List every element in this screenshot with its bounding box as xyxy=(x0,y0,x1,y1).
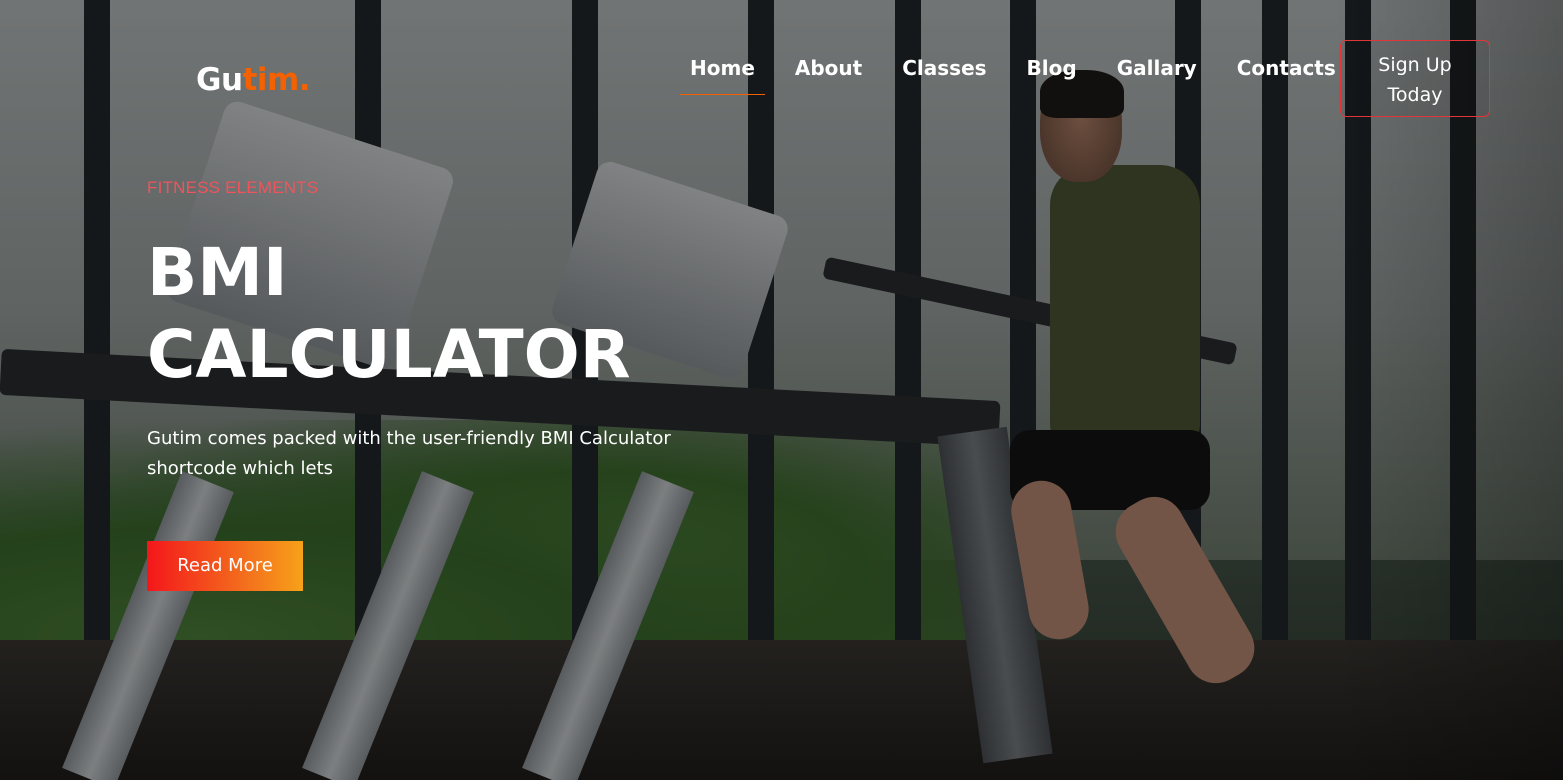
site-logo[interactable]: Gutim. xyxy=(196,62,311,98)
nav-contacts[interactable]: Contacts xyxy=(1227,53,1346,83)
signup-label-line1: Sign Up xyxy=(1378,54,1452,76)
main-nav: Home About Classes Blog Gallary Contacts xyxy=(680,53,1366,95)
headline-line1: BMI xyxy=(147,234,288,311)
signup-label-line2: Today xyxy=(1387,84,1443,106)
nav-blog[interactable]: Blog xyxy=(1017,53,1087,83)
hero-description: Gutim comes packed with the user-friendl… xyxy=(147,428,671,479)
nav-gallary[interactable]: Gallary xyxy=(1107,53,1207,83)
logo-text-part1: Gu xyxy=(196,62,243,98)
hero-eyebrow: FITNESS ELEMENTS xyxy=(147,178,319,197)
nav-about[interactable]: About xyxy=(785,53,872,83)
headline-line2: CALCULATOR xyxy=(147,316,631,393)
read-more-button[interactable]: Read More xyxy=(147,541,303,591)
hero-headline: BMI CALCULATOR xyxy=(147,232,631,396)
nav-home[interactable]: Home xyxy=(680,53,765,95)
nav-classes[interactable]: Classes xyxy=(892,53,996,83)
hero-section: Gutim. Home About Classes Blog Gallary C… xyxy=(0,0,1563,780)
sign-up-today-button[interactable]: Sign Up Today xyxy=(1340,40,1490,117)
logo-text-part2: tim. xyxy=(242,62,311,98)
